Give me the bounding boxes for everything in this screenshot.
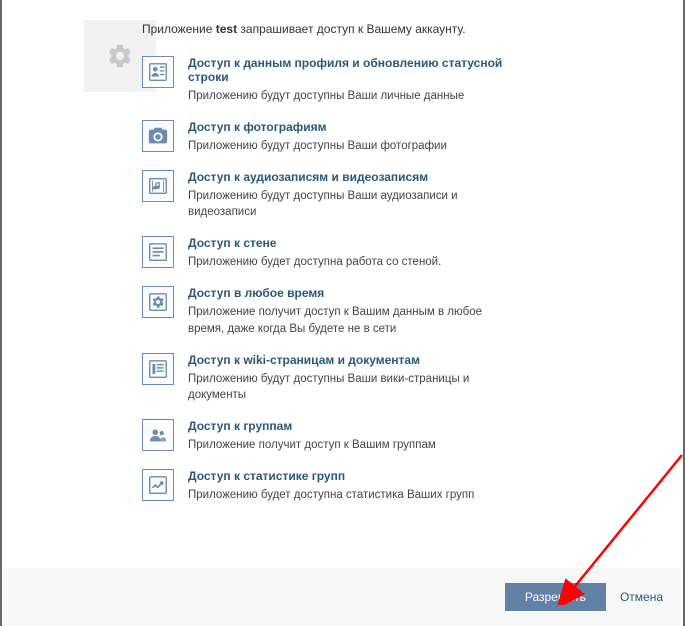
dialog-footer: Разрешить Отмена: [4, 568, 681, 626]
allow-button[interactable]: Разрешить: [505, 583, 606, 611]
permission-description: Приложение получит доступ к Вашим группа…: [188, 437, 436, 453]
permission-title: Доступ к фотографиям: [188, 120, 447, 134]
permission-description: Приложению будут доступны Ваши вики-стра…: [188, 371, 504, 403]
permission-title: Доступ к wiki-страницам и документам: [188, 353, 504, 367]
permission-item: Доступ к группам Приложение получит досту…: [142, 419, 663, 453]
permission-description: Приложению будут доступны Ваши фотографи…: [188, 138, 447, 154]
app-name: test: [216, 22, 237, 36]
permission-item: Доступ к аудиозаписям и видеозаписям Прил…: [142, 170, 663, 220]
groups-icon: [142, 419, 174, 451]
permission-description: Приложению будут доступны Ваши личные да…: [188, 88, 504, 104]
permission-title: Доступ в любое время: [188, 286, 504, 300]
permission-description: Приложению будет доступна работа со стен…: [188, 254, 441, 270]
offline-icon: [142, 286, 174, 318]
audio-icon: [142, 170, 174, 202]
photos-icon: [142, 120, 174, 152]
permission-description: Приложение получит доступ к Вашим данным…: [188, 304, 504, 336]
docs-icon: [142, 353, 174, 385]
permission-title: Доступ к аудиозаписям и видеозаписям: [188, 170, 504, 184]
stats-icon: [142, 469, 174, 501]
auth-intro-text: Приложение test запрашивает доступ к Ваш…: [142, 20, 663, 38]
auth-dialog-content: Приложение test запрашивает доступ к Ваш…: [2, 0, 683, 529]
permission-item: Доступ к фотографиям Приложению будут дос…: [142, 120, 663, 154]
permission-item: Доступ в любое время Приложение получит д…: [142, 286, 663, 336]
permission-description: Приложению будет доступна статистика Ваш…: [188, 487, 474, 503]
permission-title: Доступ к группам: [188, 419, 436, 433]
wall-icon: [142, 236, 174, 268]
permission-title: Доступ к данным профиля и обновлению ста…: [188, 56, 504, 84]
profile-icon: [142, 56, 174, 88]
permission-title: Доступ к стене: [188, 236, 441, 250]
permission-description: Приложению будут доступны Ваши аудиозапи…: [188, 188, 504, 220]
permission-title: Доступ к статистике групп: [188, 469, 474, 483]
permission-item: Доступ к статистике групп Приложению буде…: [142, 469, 663, 503]
permission-item: Доступ к wiki-страницам и документам Прил…: [142, 353, 663, 403]
cancel-button[interactable]: Отмена: [620, 590, 663, 604]
permission-item: Доступ к данным профиля и обновлению ста…: [142, 56, 663, 104]
permission-item: Доступ к стене Приложению будет доступна …: [142, 236, 663, 270]
